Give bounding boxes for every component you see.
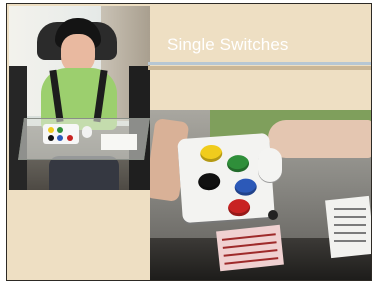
title-underline-tan [148,66,371,70]
blue-switch [234,177,258,197]
red-warning-label [216,224,284,272]
student-lap [49,156,119,190]
paper-text-line [334,240,366,242]
red-switch [227,198,251,217]
yellow-switch [199,144,223,163]
slide-title: Single Switches [167,35,289,54]
paper-text-line [334,224,366,226]
mini-mouse [82,126,92,138]
small-switch-board [43,124,79,144]
mini-paper-sheet [101,134,137,150]
black-switch [197,172,221,191]
photo-right-hand [268,120,371,158]
label-text-line [223,249,278,257]
mount-screw [268,210,278,220]
label-text-line [222,241,277,249]
mini-black-switch [48,135,54,141]
mini-red-switch [67,135,73,141]
mini-green-switch [57,127,63,133]
switch-board-closeup-photo [150,110,371,280]
presentation-slide: Single Switches [6,3,372,281]
paper-text-line [334,208,366,210]
instruction-paper [325,195,371,259]
label-text-line [224,257,279,265]
paper-text-line [334,216,366,218]
mini-blue-switch [57,135,63,141]
student-wheelchair-photo [9,6,150,190]
paper-text-line [334,232,366,234]
title-underline-blue [148,62,371,65]
mini-yellow-switch [48,127,54,133]
green-switch [226,154,250,173]
white-mouse [258,148,282,182]
label-text-line [221,233,276,241]
